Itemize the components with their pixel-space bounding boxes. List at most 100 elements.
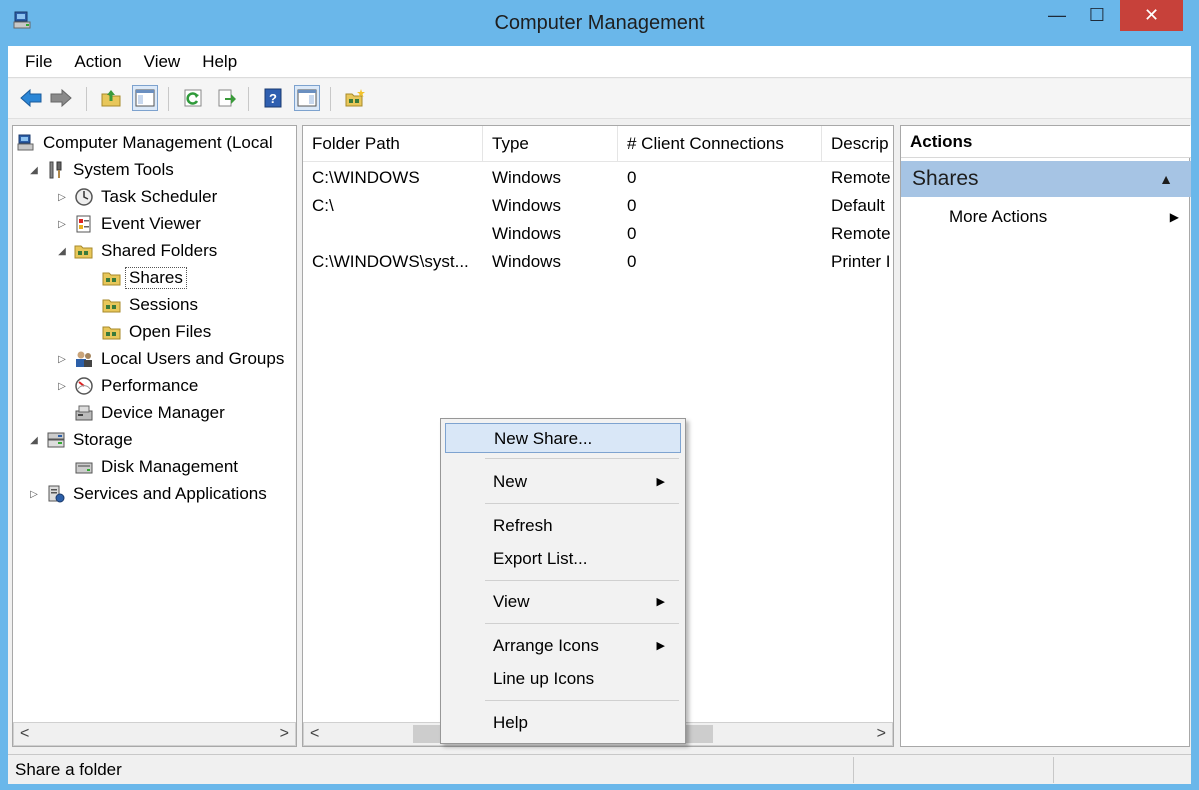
tree-item-shares[interactable]: Shares bbox=[101, 265, 187, 291]
cell-description: Remote bbox=[831, 168, 891, 187]
window-title: Computer Management bbox=[494, 12, 705, 34]
scroll-left-icon[interactable]: < bbox=[310, 725, 319, 743]
tree-item-performance[interactable]: ▷ Performance bbox=[55, 373, 198, 399]
column-type[interactable]: Type bbox=[483, 126, 618, 162]
tree-label: Open Files bbox=[129, 322, 212, 341]
actions-pane: Actions Shares ▲ More Actions ▶ bbox=[900, 125, 1191, 747]
list-header: Folder Path Type # Client Connections De… bbox=[303, 126, 893, 162]
tree-label: Device Manager bbox=[101, 403, 225, 422]
menu-action[interactable]: Action bbox=[63, 46, 132, 78]
tree-item-storage[interactable]: ◢ Storage bbox=[27, 427, 132, 453]
show-hide-tree-icon[interactable] bbox=[132, 85, 158, 111]
tree-label: System Tools bbox=[73, 160, 174, 179]
new-share-icon[interactable] bbox=[342, 85, 368, 111]
title-bar[interactable]: Computer Management — ☐ ✕ bbox=[0, 0, 1199, 46]
export-list-icon[interactable] bbox=[214, 85, 240, 111]
services-icon bbox=[45, 483, 67, 505]
expand-icon[interactable]: ▷ bbox=[27, 489, 41, 500]
collapse-icon[interactable]: ◢ bbox=[27, 165, 41, 176]
users-icon bbox=[73, 348, 95, 370]
table-row[interactable]: Windows 0 Remote bbox=[303, 220, 893, 248]
collapse-up-icon[interactable]: ▲ bbox=[1159, 171, 1173, 187]
menu-file[interactable]: File bbox=[14, 46, 63, 78]
actions-group-label: Shares bbox=[912, 167, 979, 190]
help-icon[interactable]: ? bbox=[260, 85, 286, 111]
tree-item-open-files[interactable]: Open Files bbox=[101, 319, 211, 345]
cell-type: Windows bbox=[492, 224, 561, 243]
expand-icon[interactable]: ▷ bbox=[55, 219, 69, 230]
tree-item-sessions[interactable]: Sessions bbox=[101, 292, 198, 318]
tree-label: Performance bbox=[101, 376, 199, 395]
menu-item-label: New bbox=[493, 472, 528, 491]
menu-item-view[interactable]: View ▶ bbox=[445, 587, 681, 617]
disk-icon bbox=[73, 456, 95, 478]
column-folder-path[interactable]: Folder Path bbox=[303, 126, 483, 162]
menu-item-export-list[interactable]: Export List... bbox=[445, 544, 681, 574]
scroll-right-icon[interactable]: > bbox=[280, 725, 289, 743]
tree-label: Computer Management (Local bbox=[43, 133, 273, 152]
submenu-arrow-icon: ▶ bbox=[656, 640, 665, 652]
table-row[interactable]: C:\WINDOWS Windows 0 Remote bbox=[303, 164, 893, 192]
toolbar: ? bbox=[8, 79, 1191, 119]
menu-bar: File Action View Help bbox=[8, 46, 1191, 78]
cell-description: Remote bbox=[831, 224, 891, 243]
cell-connections: 0 bbox=[627, 168, 637, 187]
back-icon[interactable] bbox=[18, 85, 44, 111]
show-hide-action-pane-icon[interactable] bbox=[294, 85, 320, 111]
tree-item-services-applications[interactable]: ▷ Services and Applications bbox=[27, 481, 267, 507]
menu-help[interactable]: Help bbox=[191, 46, 248, 78]
forward-icon[interactable] bbox=[48, 85, 74, 111]
menu-item-arrange-icons[interactable]: Arrange Icons ▶ bbox=[445, 631, 681, 661]
maximize-button[interactable]: ☐ bbox=[1080, 0, 1114, 31]
clock-icon bbox=[73, 186, 95, 208]
menu-item-new-share[interactable]: New Share... bbox=[445, 423, 681, 453]
scroll-right-icon[interactable]: > bbox=[877, 725, 886, 743]
collapse-icon[interactable]: ◢ bbox=[55, 246, 69, 257]
menu-item-help[interactable]: Help bbox=[445, 708, 681, 738]
tree-item-local-users-groups[interactable]: ▷ Local Users and Groups bbox=[55, 346, 284, 372]
menu-item-refresh[interactable]: Refresh bbox=[445, 511, 681, 541]
column-description[interactable]: Descrip bbox=[822, 126, 893, 162]
scroll-left-icon[interactable]: < bbox=[20, 725, 29, 743]
tree-item-shared-folders[interactable]: ◢ Shared Folders bbox=[55, 238, 217, 264]
menu-item-new[interactable]: New ▶ bbox=[445, 467, 681, 497]
tree-horizontal-scrollbar[interactable]: < > bbox=[13, 722, 296, 746]
tree-item-event-viewer[interactable]: ▷ Event Viewer bbox=[55, 211, 201, 237]
tree-label: Event Viewer bbox=[101, 214, 201, 233]
more-actions-label: More Actions bbox=[949, 207, 1048, 226]
tree-label: Disk Management bbox=[101, 457, 239, 476]
tree-item-disk-management[interactable]: Disk Management bbox=[73, 454, 238, 480]
collapse-icon[interactable]: ◢ bbox=[27, 435, 41, 446]
storage-icon bbox=[45, 429, 67, 451]
actions-group-shares[interactable]: Shares ▲ bbox=[901, 161, 1191, 197]
tree-item-device-manager[interactable]: Device Manager bbox=[73, 400, 225, 426]
tree-label: Services and Applications bbox=[73, 484, 267, 503]
close-button[interactable]: ✕ bbox=[1120, 0, 1183, 31]
cell-type: Windows bbox=[492, 196, 561, 215]
expand-icon[interactable]: ▷ bbox=[55, 354, 69, 365]
tree-label: Local Users and Groups bbox=[101, 349, 285, 368]
column-client-connections[interactable]: # Client Connections bbox=[618, 126, 822, 162]
shared-folder-icon bbox=[101, 294, 123, 316]
table-row[interactable]: C:\ Windows 0 Default bbox=[303, 192, 893, 220]
status-bar: Share a folder bbox=[8, 754, 1191, 784]
minimize-button[interactable]: — bbox=[1040, 0, 1074, 31]
status-text: Share a folder bbox=[15, 760, 122, 779]
cell-type: Windows bbox=[492, 168, 561, 187]
tree-item-task-scheduler[interactable]: ▷ Task Scheduler bbox=[55, 184, 217, 210]
refresh-icon[interactable] bbox=[180, 85, 206, 111]
tree-item-computer-management[interactable]: Computer Management (Local bbox=[15, 130, 273, 156]
expand-icon[interactable]: ▷ bbox=[55, 192, 69, 203]
more-actions-item[interactable]: More Actions ▶ bbox=[949, 204, 1179, 230]
menu-item-line-up-icons[interactable]: Line up Icons bbox=[445, 664, 681, 694]
tree-item-system-tools[interactable]: ◢ System Tools bbox=[27, 157, 174, 183]
table-row[interactable]: C:\WINDOWS\syst... Windows 0 Printer I bbox=[303, 248, 893, 276]
performance-gauge-icon bbox=[73, 375, 95, 397]
expand-icon[interactable]: ▷ bbox=[55, 381, 69, 392]
up-folder-icon[interactable] bbox=[98, 85, 124, 111]
tree-label: Shared Folders bbox=[101, 241, 218, 260]
cell-connections: 0 bbox=[627, 252, 637, 271]
menu-view[interactable]: View bbox=[133, 46, 192, 78]
console-tree[interactable]: Computer Management (Local ◢ System Tool… bbox=[12, 125, 297, 747]
cell-type: Windows bbox=[492, 252, 561, 271]
